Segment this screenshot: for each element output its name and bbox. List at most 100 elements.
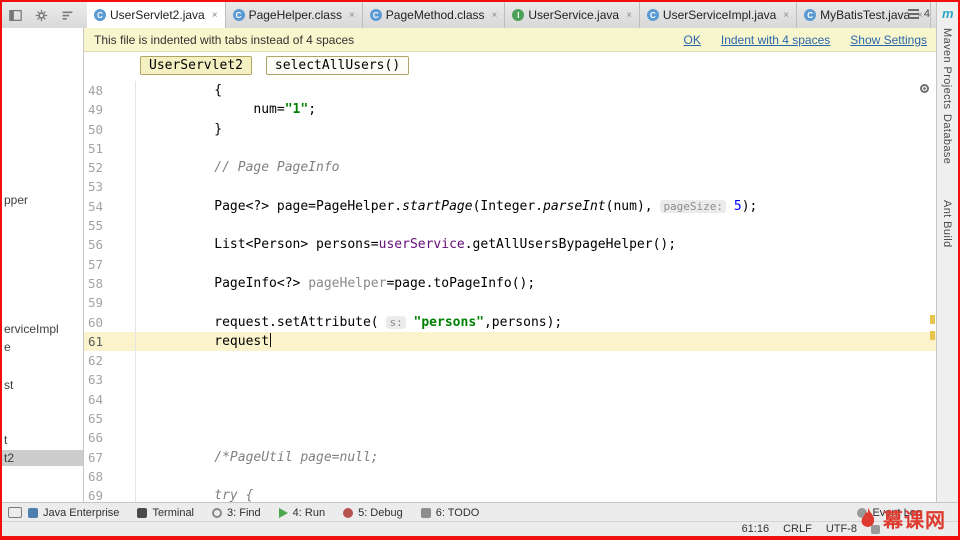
code-line[interactable]: 52 // Page PageInfo <box>84 158 937 178</box>
line-number[interactable]: 58 <box>84 273 136 294</box>
line-number[interactable]: 51 <box>84 138 136 159</box>
line-number[interactable]: 53 <box>84 177 136 197</box>
code-line[interactable]: 57 <box>84 254 937 274</box>
code-line[interactable]: 55 <box>84 216 937 236</box>
code-line[interactable]: 50 } <box>84 119 937 139</box>
code-line[interactable]: 51 <box>84 138 937 159</box>
banner-action-indent-with-4-spaces[interactable]: Indent with 4 spaces <box>721 33 830 47</box>
line-number[interactable]: 67 <box>84 447 136 467</box>
toolwindow-button-terminal[interactable]: Terminal <box>137 507 194 519</box>
toolwindow-switcher-icon[interactable] <box>8 507 22 518</box>
banner-action-ok[interactable]: OK <box>684 33 701 47</box>
line-number[interactable]: 61 <box>84 331 136 352</box>
editor-tab[interactable]: C PageMethod.class × <box>362 2 506 28</box>
toolwindow-button-label: Java Enterprise <box>43 506 120 519</box>
line-number[interactable]: 65 <box>84 409 136 429</box>
code-line[interactable]: 54 Page<?> page=PageHelper.startPage(Int… <box>84 196 937 217</box>
line-number[interactable]: 66 <box>84 428 136 448</box>
line-number[interactable]: 54 <box>84 196 136 217</box>
code-text: PageInfo<?> pageHelper=page.toPageInfo()… <box>136 274 937 293</box>
line-number[interactable]: 68 <box>84 466 136 487</box>
scrollbar-warning-mark <box>930 315 935 324</box>
project-tree-item[interactable]: st <box>4 377 13 393</box>
code-line[interactable]: 60 request.setAttribute( s: "persons",pe… <box>84 312 937 332</box>
project-tree-item[interactable]: e <box>4 339 11 355</box>
code-line[interactable]: 62 <box>84 351 937 371</box>
editor-tab[interactable]: I UserService.java × <box>505 2 640 28</box>
toolwindow-button-database[interactable]: Database <box>941 114 953 164</box>
code-line[interactable]: 64 <box>84 389 937 410</box>
line-number[interactable]: 49 <box>84 100 136 120</box>
toolwindow-button-4-run[interactable]: 4: Run <box>278 507 325 519</box>
toolwindow-button-java-enterprise[interactable]: Java Enterprise <box>28 507 119 519</box>
line-number[interactable]: 63 <box>84 370 136 390</box>
project-tree-item[interactable]: pper <box>4 192 28 208</box>
code-line[interactable]: 53 <box>84 177 937 197</box>
line-number[interactable]: 64 <box>84 389 136 410</box>
code-line[interactable]: 49 num="1"; <box>84 100 937 120</box>
banner-action-show-settings[interactable]: Show Settings <box>850 33 927 47</box>
code-line[interactable]: 61 request <box>84 331 937 352</box>
close-icon[interactable]: × <box>783 10 789 21</box>
line-number[interactable]: 56 <box>84 235 136 255</box>
sort-icon[interactable] <box>60 8 74 22</box>
code-token: Page<?> page=PageHelper. <box>136 198 403 214</box>
line-number[interactable]: 62 <box>84 351 136 371</box>
code-line[interactable]: 58 PageInfo<?> pageHelper=page.toPageInf… <box>84 273 937 294</box>
code-token: // Page PageInfo <box>136 160 340 176</box>
settings-gear-icon[interactable] <box>34 8 48 22</box>
code-text: num="1"; <box>136 100 937 119</box>
line-number[interactable]: 69 <box>84 486 136 503</box>
line-number[interactable]: 59 <box>84 293 136 313</box>
close-icon[interactable]: × <box>349 10 355 21</box>
code-token: parseInt <box>543 198 606 214</box>
encoding-indicator[interactable]: UTF-8 <box>826 523 857 535</box>
toolwindow-button-6-todo[interactable]: 6: TODO <box>420 507 479 519</box>
code-line[interactable]: 48 { <box>84 81 937 101</box>
notification-banner: This file is indented with tabs instead … <box>84 28 937 52</box>
line-number[interactable]: 52 <box>84 158 136 178</box>
project-tree-item[interactable]: erviceImpl <box>4 321 59 337</box>
breadcrumb-bar: UserServlet2 selectAllUsers() <box>84 52 937 79</box>
close-icon[interactable]: × <box>492 10 498 21</box>
code-line[interactable]: 59 <box>84 293 937 313</box>
editor-tab[interactable]: C UserServiceImpl.java × <box>639 2 798 28</box>
line-number[interactable]: 48 <box>84 81 136 101</box>
editor[interactable]: 48 {49 num="1"; 50 } 51 52 // Page PageInfo… <box>84 79 937 503</box>
line-ending-indicator[interactable]: CRLF <box>783 523 812 535</box>
hidden-tabs-button[interactable]: 4 <box>907 8 930 20</box>
code-token: userService <box>378 237 465 253</box>
toolwindow-button-3-find[interactable]: 3: Find <box>212 507 261 519</box>
line-number[interactable]: 60 <box>84 312 136 332</box>
breadcrumb-item[interactable]: selectAllUsers() <box>265 56 410 75</box>
code-line[interactable]: 65 <box>84 409 937 429</box>
bottom-tool-bar: Java Enterprise Terminal 3: Find 4: Run 5: D… <box>2 502 958 522</box>
toolwindow-button-maven-projects[interactable]: Maven Projects <box>941 28 953 109</box>
watermark-text: 幕课网 <box>883 510 946 532</box>
line-number[interactable]: 57 <box>84 254 136 274</box>
line-number[interactable]: 55 <box>84 216 136 236</box>
project-tree-item[interactable]: t2 <box>2 450 83 466</box>
code-line[interactable]: 67 /*PageUtil page=null; <box>84 447 937 467</box>
tab-label: UserServlet2.java <box>110 8 205 22</box>
code-line[interactable]: 66 <box>84 428 937 448</box>
code-line[interactable]: 63 <box>84 370 937 390</box>
editor-tab[interactable]: C UserServlet2.java × <box>87 2 226 28</box>
toolwindow-button-5-debug[interactable]: 5: Debug <box>343 507 403 519</box>
line-number[interactable]: 50 <box>84 119 136 139</box>
close-icon[interactable]: × <box>212 10 218 21</box>
project-panel-icon[interactable] <box>8 8 22 22</box>
caret-position[interactable]: 61:16 <box>742 523 770 535</box>
editor-tab[interactable]: C PageHelper.class × <box>225 2 363 28</box>
code-line[interactable]: 69 try { <box>84 486 937 503</box>
code-line[interactable]: 56 List<Person> persons=userService.getA… <box>84 235 937 255</box>
project-tree-item[interactable]: t <box>4 432 7 448</box>
inspections-icon[interactable] <box>920 84 929 93</box>
breadcrumb-item[interactable]: UserServlet2 <box>140 56 252 75</box>
toolwindow-button-ant-build[interactable]: Ant Build <box>941 200 953 248</box>
close-icon[interactable]: × <box>626 10 632 21</box>
code-line[interactable]: 68 <box>84 466 937 487</box>
